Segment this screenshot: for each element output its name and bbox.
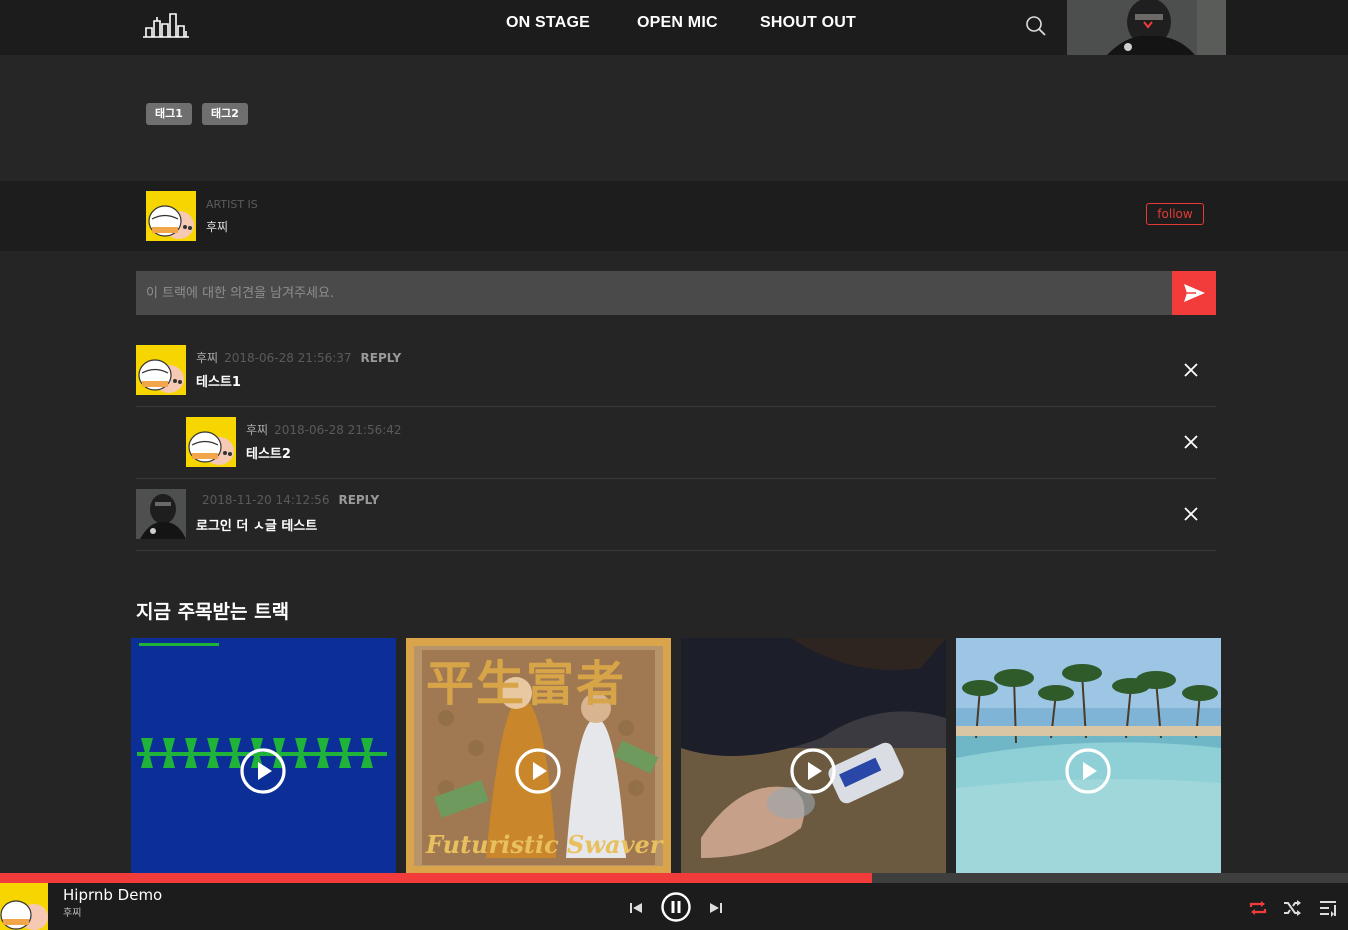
comment-meta: 후찌 2018-06-28 21:56:37 REPLY xyxy=(196,349,401,366)
track-card[interactable] xyxy=(956,638,1221,874)
player-track-title[interactable]: Hiprnb Demo xyxy=(63,886,162,904)
artist-avatar[interactable] xyxy=(146,191,196,241)
send-button[interactable] xyxy=(1172,271,1216,315)
close-icon[interactable] xyxy=(1182,505,1200,523)
comment-avatar[interactable] xyxy=(186,417,236,467)
reply-button[interactable]: REPLY xyxy=(361,351,402,365)
comment-item: 후찌 2018-06-28 21:56:37 REPLY 테스트1 xyxy=(136,335,1216,407)
comment-text: 테스트1 xyxy=(196,375,241,390)
nav-shout-out[interactable]: SHOUT OUT xyxy=(760,14,856,32)
player-cover[interactable] xyxy=(0,883,48,930)
close-icon[interactable] xyxy=(1182,361,1200,379)
comment-reply-item: 후찌 2018-06-28 21:56:42 테스트2 xyxy=(136,407,1216,479)
nav-on-stage[interactable]: ON STAGE xyxy=(506,14,590,32)
repeat-icon[interactable] xyxy=(1248,898,1268,918)
cover-title-text: 平生富者 xyxy=(426,656,627,712)
comment-author[interactable]: 후찌 xyxy=(196,351,218,365)
player-track-artist[interactable]: 후찌 xyxy=(63,904,81,919)
tag-2[interactable]: 태그2 xyxy=(202,103,248,125)
logo-city-icon[interactable] xyxy=(142,12,190,38)
skip-previous-icon[interactable] xyxy=(628,900,644,916)
tag-1[interactable]: 태그1 xyxy=(146,103,192,125)
comment-text: 로그인 더 ㅅ글 테스트 xyxy=(196,519,318,534)
cover-subtitle-text: Futuristic Swaver xyxy=(426,830,663,859)
chevron-down-icon xyxy=(1143,21,1153,29)
play-icon[interactable] xyxy=(1064,747,1112,795)
profile-menu[interactable] xyxy=(1067,0,1226,55)
comment-avatar[interactable] xyxy=(136,345,186,395)
search-icon[interactable] xyxy=(1024,14,1048,38)
send-icon xyxy=(1184,284,1205,302)
comment-meta: 2018-11-20 14:12:56 REPLY xyxy=(196,493,379,507)
progress-bar[interactable] xyxy=(0,873,1348,883)
track-card[interactable] xyxy=(131,638,396,874)
close-icon[interactable] xyxy=(1182,433,1200,451)
comment-text: 테스트2 xyxy=(246,447,291,462)
artist-name[interactable]: 후찌 xyxy=(206,218,228,235)
reply-button[interactable]: REPLY xyxy=(338,493,379,507)
comment-avatar[interactable] xyxy=(136,489,186,539)
shuffle-icon[interactable] xyxy=(1282,898,1302,918)
trending-title: 지금 주목받는 트랙 xyxy=(136,601,290,623)
track-card[interactable]: 平生富者 Futuristic Swaver xyxy=(406,638,671,874)
comment-input[interactable] xyxy=(136,271,1172,315)
pause-icon[interactable] xyxy=(660,891,692,923)
play-icon[interactable] xyxy=(789,747,837,795)
play-icon[interactable] xyxy=(239,747,287,795)
play-icon[interactable] xyxy=(514,747,562,795)
top-nav: ON STAGE OPEN MIC SHOUT OUT xyxy=(0,0,1348,55)
comment-meta: 후찌 2018-06-28 21:56:42 xyxy=(246,421,411,438)
comment-date: 2018-11-20 14:12:56 xyxy=(202,493,330,507)
artist-label: ARTIST IS xyxy=(206,198,258,211)
comment-item: 2018-11-20 14:12:56 REPLY 로그인 더 ㅅ글 테스트 xyxy=(136,479,1216,551)
follow-button[interactable]: follow xyxy=(1146,203,1204,225)
comment-date: 2018-06-28 21:56:37 xyxy=(224,351,352,365)
progress-fill xyxy=(0,873,873,883)
nav-open-mic[interactable]: OPEN MIC xyxy=(637,14,718,32)
track-card[interactable] xyxy=(681,638,946,874)
playlist-icon[interactable] xyxy=(1318,898,1338,918)
comment-author[interactable]: 후찌 xyxy=(246,423,268,437)
comment-date: 2018-06-28 21:56:42 xyxy=(274,423,402,437)
skip-next-icon[interactable] xyxy=(708,900,724,916)
